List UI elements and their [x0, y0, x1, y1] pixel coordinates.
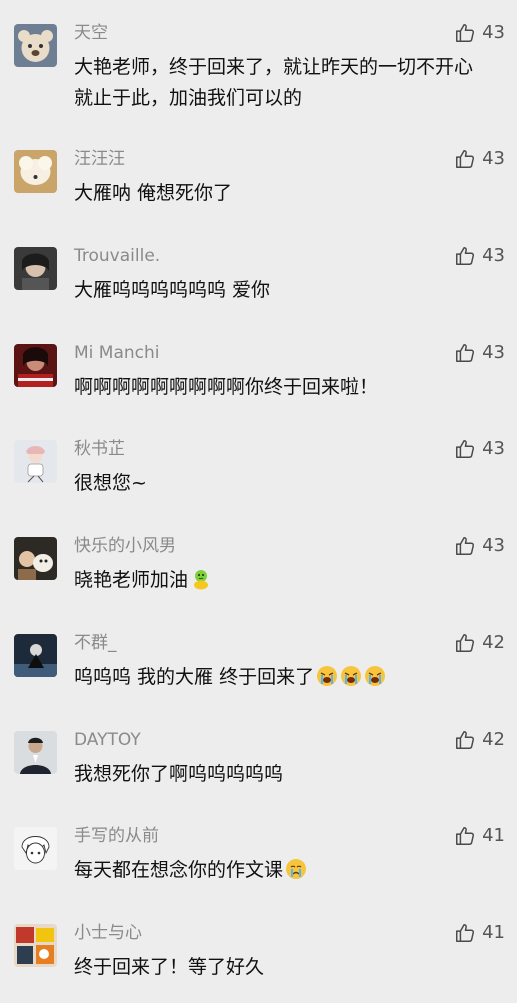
like-count: 43	[482, 342, 505, 363]
comment-item: Trouvaille. 大雁呜呜呜呜呜呜 爱你 43	[0, 245, 517, 343]
thumbs-up-outline-icon	[454, 148, 476, 170]
commenter-name[interactable]: DAYTOY	[74, 729, 141, 751]
like-count: 42	[482, 729, 505, 750]
like-count: 43	[482, 22, 505, 43]
commenter-name[interactable]: 小士与心	[74, 922, 142, 944]
like-button[interactable]: 43	[454, 243, 505, 269]
man-suit-avatar[interactable]	[14, 731, 57, 774]
crying-emoji	[364, 665, 386, 687]
thumbs-up-outline-icon	[454, 922, 476, 944]
comment-text-content: 大雁呜呜呜呜呜呜 爱你	[74, 279, 271, 301]
commenter-name[interactable]: 汪汪汪	[74, 148, 125, 170]
like-button[interactable]: 43	[454, 340, 505, 366]
anime-boy-avatar[interactable]	[14, 827, 57, 870]
comment-list: 天空 大艳老师，终于回来了，就让昨天的一切不开心就止于此，加油我们可以的 43 …	[0, 0, 517, 1003]
comment-item: 秋书芷 很想您~ 43	[0, 438, 517, 536]
comment-text-content: 晓艳老师加油	[74, 569, 189, 591]
like-button[interactable]: 42	[454, 727, 505, 753]
comment-text-content: 终于回来了！等了好久	[74, 956, 265, 978]
comment-item: Mi Manchi 啊啊啊啊啊啊啊啊啊你终于回来啦！ 43	[0, 342, 517, 440]
illustration-avatar[interactable]	[14, 440, 57, 483]
crying-emoji	[316, 665, 338, 687]
like-button[interactable]: 43	[454, 146, 505, 172]
child-dog-avatar[interactable]	[14, 537, 57, 580]
like-count: 41	[482, 922, 505, 943]
comment-item: 不群_ 呜呜呜 我的大雁 终于回来了 42	[0, 632, 517, 730]
comment-text-content: 呜呜呜 我的大雁 终于回来了	[74, 666, 315, 688]
like-button[interactable]: 43	[454, 20, 505, 46]
thumbs-up-outline-icon	[454, 438, 476, 460]
comment-text: 大雁呐 俺想死你了	[74, 178, 474, 209]
thumbs-up-outline-icon	[454, 535, 476, 557]
comment-text: 呜呜呜 我的大雁 终于回来了	[74, 662, 474, 693]
dog-avatar[interactable]	[14, 150, 57, 193]
comment-text: 大艳老师，终于回来了，就让昨天的一切不开心就止于此，加油我们可以的	[74, 52, 474, 114]
commenter-name[interactable]: Trouvaille.	[74, 245, 160, 267]
crying-emoji	[285, 858, 307, 880]
dark-figure-avatar[interactable]	[14, 634, 57, 677]
like-button[interactable]: 43	[454, 533, 505, 559]
like-count: 43	[482, 245, 505, 266]
thumbs-up-outline-icon	[454, 22, 476, 44]
red-portrait-avatar[interactable]	[14, 344, 57, 387]
comment-text: 每天都在想念你的作文课	[74, 855, 474, 886]
comment-item: 小士与心 终于回来了！等了好久 41	[0, 922, 517, 1003]
comment-item: DAYTOY 我想死你了啊呜呜呜呜呜 42	[0, 729, 517, 827]
commenter-name[interactable]: 不群_	[74, 632, 117, 654]
comment-text-content: 很想您~	[74, 472, 147, 494]
comment-text: 晓艳老师加油	[74, 565, 474, 596]
thumbs-up-outline-icon	[454, 729, 476, 751]
like-button[interactable]: 41	[454, 823, 505, 849]
commenter-name[interactable]: 秋书芷	[74, 438, 125, 460]
comment-text: 我想死你了啊呜呜呜呜呜	[74, 759, 474, 790]
crying-emoji	[340, 665, 362, 687]
comment-item: 天空 大艳老师，终于回来了，就让昨天的一切不开心就止于此，加油我们可以的 43	[0, 22, 517, 120]
like-button[interactable]: 42	[454, 630, 505, 656]
bear-avatar[interactable]	[14, 24, 57, 67]
comment-text: 很想您~	[74, 468, 474, 499]
commenter-name[interactable]: 天空	[74, 22, 108, 44]
comment-text-content: 每天都在想念你的作文课	[74, 859, 284, 881]
thumbs-up-outline-icon	[454, 825, 476, 847]
comment-text-content: 我想死你了啊呜呜呜呜呜	[74, 763, 284, 785]
like-count: 43	[482, 148, 505, 169]
cheer-emoji	[190, 568, 212, 590]
collage-avatar[interactable]	[14, 924, 57, 967]
thumbs-up-outline-icon	[454, 245, 476, 267]
comment-text-content: 大雁呐 俺想死你了	[74, 182, 233, 204]
comment-text: 终于回来了！等了好久	[74, 952, 474, 983]
commenter-name[interactable]: 快乐的小风男	[74, 535, 176, 557]
girl-dark-avatar[interactable]	[14, 247, 57, 290]
comment-item: 快乐的小风男 晓艳老师加油 43	[0, 535, 517, 633]
comment-text: 啊啊啊啊啊啊啊啊啊你终于回来啦！	[74, 372, 474, 403]
comment-item: 手写的从前 每天都在想念你的作文课 41	[0, 825, 517, 923]
like-count: 43	[482, 438, 505, 459]
comment-text: 大雁呜呜呜呜呜呜 爱你	[74, 275, 474, 306]
like-count: 42	[482, 632, 505, 653]
commenter-name[interactable]: 手写的从前	[74, 825, 159, 847]
thumbs-up-outline-icon	[454, 342, 476, 364]
like-button[interactable]: 41	[454, 920, 505, 946]
comment-text-content: 大艳老师，终于回来了，就让昨天的一切不开心就止于此，加油我们可以的	[74, 56, 474, 109]
like-count: 41	[482, 825, 505, 846]
comment-item: 汪汪汪 大雁呐 俺想死你了 43	[0, 148, 517, 246]
like-button[interactable]: 43	[454, 436, 505, 462]
like-count: 43	[482, 535, 505, 556]
comment-text-content: 啊啊啊啊啊啊啊啊啊你终于回来啦！	[74, 376, 379, 398]
commenter-name[interactable]: Mi Manchi	[74, 342, 160, 364]
thumbs-up-outline-icon	[454, 632, 476, 654]
